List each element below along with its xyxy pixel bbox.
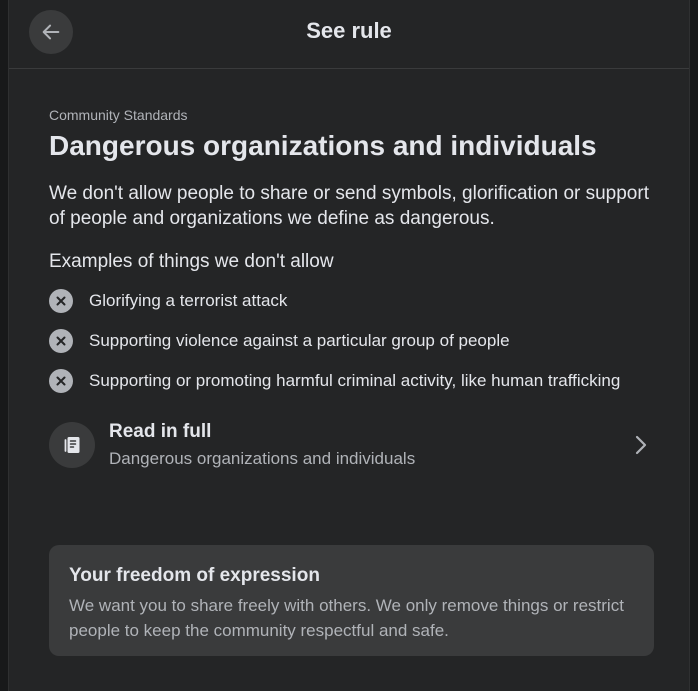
freedom-title: Your freedom of expression — [69, 565, 320, 586]
examples-list: Glorifying a terrorist attack Supporting… — [49, 289, 653, 393]
document-icon — [49, 422, 95, 468]
example-text: Glorifying a terrorist attack — [89, 291, 288, 310]
dialog-header: See rule — [9, 0, 689, 69]
list-item: Glorifying a terrorist attack — [49, 289, 653, 313]
dialog-title: See rule — [306, 18, 392, 43]
read-in-full-text: Read in full Dangerous organizations and… — [109, 421, 629, 469]
list-item: Supporting violence against a particular… — [49, 329, 653, 353]
read-in-full-title: Read in full — [109, 421, 212, 442]
rule-content: Community Standards Dangerous organizati… — [49, 107, 653, 475]
x-circle-icon — [49, 329, 73, 353]
rule-overline: Community Standards — [49, 107, 188, 123]
x-circle-icon — [49, 289, 73, 313]
read-in-full-link[interactable]: Read in full Dangerous organizations and… — [49, 415, 653, 475]
rule-description: We don't allow people to share or send s… — [49, 183, 649, 229]
read-in-full-subtitle: Dangerous organizations and individuals — [109, 449, 416, 468]
example-text: Supporting violence against a particular… — [89, 331, 510, 350]
list-item: Supporting or promoting harmful criminal… — [49, 369, 653, 393]
see-rule-dialog: See rule Community Standards Dangerous o… — [8, 0, 690, 691]
example-text: Supporting or promoting harmful criminal… — [89, 371, 621, 390]
chevron-right-icon — [629, 433, 653, 457]
rule-title: Dangerous organizations and individuals — [49, 130, 597, 161]
freedom-of-expression-card: Your freedom of expression We want you t… — [49, 545, 654, 656]
freedom-body: We want you to share freely with others.… — [69, 596, 624, 640]
x-circle-icon — [49, 369, 73, 393]
examples-heading: Examples of things we don't allow — [49, 251, 334, 272]
